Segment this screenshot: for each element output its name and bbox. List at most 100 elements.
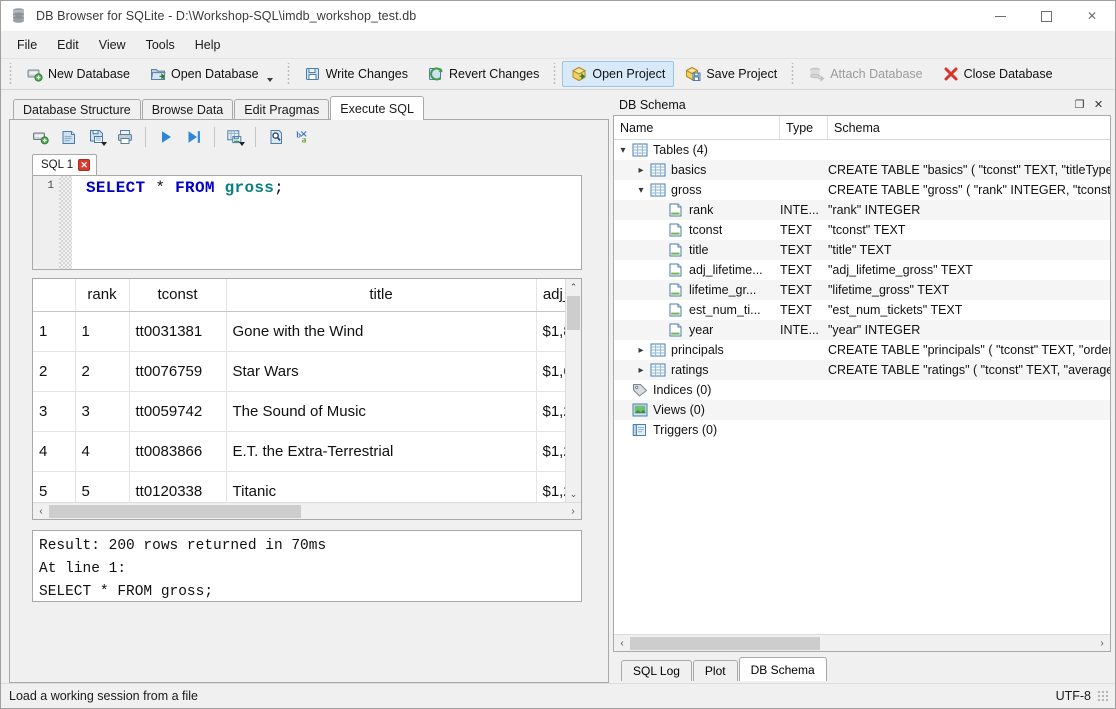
cell-adj[interactable]: $1,2 (536, 471, 565, 502)
cell-tconst[interactable]: tt0120338 (129, 471, 227, 502)
column-header-title[interactable]: title (226, 279, 537, 312)
tree-row-field-lifetime-gross[interactable]: lifetime_gr... TEXT "lifetime_gross" TEX… (614, 280, 1110, 300)
scroll-right-icon[interactable]: › (565, 506, 581, 517)
cell-adj[interactable]: $1,2 (536, 391, 565, 432)
tab-edit-pragmas[interactable]: Edit Pragmas (234, 99, 330, 120)
menu-edit[interactable]: Edit (47, 34, 89, 56)
tree-row-field-title[interactable]: title TEXT "title" TEXT (614, 240, 1110, 260)
column-header-adj-lifetime-gross[interactable]: adj_ (536, 279, 565, 312)
table-row[interactable]: 1 1 tt0031381 Gone with the Wind $1,8 (33, 311, 565, 352)
open-database-button[interactable]: Open Database (141, 61, 282, 87)
tree-row-ratings[interactable]: ▸ ratings CREATE TABLE "ratings" ( "tcon… (614, 360, 1110, 380)
chevron-down-icon[interactable] (239, 142, 245, 146)
cell-adj[interactable]: $1,8 (536, 311, 565, 352)
cell-tconst[interactable]: tt0059742 (129, 391, 227, 432)
cell-tconst[interactable]: tt0031381 (129, 311, 227, 352)
tab-sql-log[interactable]: SQL Log (621, 660, 692, 681)
tree-column-schema[interactable]: Schema (828, 116, 1110, 139)
tree-row-field-year[interactable]: year INTE... "year" INTEGER (614, 320, 1110, 340)
results-grid[interactable]: rank tconst title adj_ 1 1 (32, 278, 582, 520)
tree-row-views[interactable]: Views (0) (614, 400, 1110, 420)
maximize-button[interactable] (1023, 1, 1069, 32)
table-row[interactable]: 4 4 tt0083866 E.T. the Extra-Terrestrial… (33, 431, 565, 472)
scroll-left-icon[interactable]: ‹ (614, 638, 630, 649)
sql-editor[interactable]: 1 SELECT * FROM gross; (32, 175, 582, 270)
menu-help[interactable]: Help (185, 34, 231, 56)
cell-adj[interactable]: $1,6 (536, 351, 565, 392)
close-panel-icon[interactable]: ✕ (1090, 96, 1107, 113)
chevron-right-icon[interactable]: ▸ (632, 345, 650, 356)
save-results-view-button[interactable] (222, 124, 248, 150)
open-project-button[interactable]: Open Project (562, 61, 675, 87)
attach-database-button[interactable]: Attach Database (800, 61, 931, 87)
toolbar-grip-2[interactable] (285, 63, 292, 85)
cell-rank[interactable]: 1 (75, 311, 130, 352)
cell-rank[interactable]: 2 (75, 351, 130, 392)
cell-rank[interactable]: 5 (75, 471, 130, 502)
scroll-down-icon[interactable]: ⌄ (566, 486, 582, 502)
tab-plot[interactable]: Plot (692, 660, 738, 681)
tree-row-field-rank[interactable]: rank INTE... "rank" INTEGER (614, 200, 1110, 220)
chevron-right-icon[interactable]: ▸ (632, 365, 650, 376)
scroll-up-icon[interactable]: ⌃ (566, 279, 582, 295)
tree-row-field-adj-lifetime-gross[interactable]: adj_lifetime... TEXT "adj_lifetime_gross… (614, 260, 1110, 280)
chevron-down-icon[interactable] (266, 78, 273, 82)
vertical-scroll-thumb[interactable] (567, 296, 580, 330)
cell-title[interactable]: E.T. the Extra-Terrestrial (226, 431, 537, 472)
print-button[interactable] (112, 124, 138, 150)
tree-row-field-tconst[interactable]: tconst TEXT "tconst" TEXT (614, 220, 1110, 240)
tree-row-tables[interactable]: ▾ Tables (4) (614, 140, 1110, 160)
tab-db-schema[interactable]: DB Schema (738, 657, 827, 681)
cell-title[interactable]: Gone with the Wind (226, 311, 537, 352)
tree-row-basics[interactable]: ▸ basics CREATE TABLE "basics" ( "tconst… (614, 160, 1110, 180)
open-sql-tab-button[interactable] (28, 124, 54, 150)
result-message-box[interactable]: Result: 200 rows returned in 70ms At lin… (32, 530, 582, 602)
column-header-rank[interactable]: rank (75, 279, 130, 312)
column-header-index[interactable] (33, 279, 76, 312)
tab-execute-sql[interactable]: Execute SQL (330, 96, 424, 120)
chevron-right-icon[interactable]: ▸ (632, 165, 650, 176)
toolbar-grip-3[interactable] (552, 63, 559, 85)
scroll-right-icon[interactable]: › (1094, 638, 1110, 649)
write-changes-button[interactable]: Write Changes (296, 61, 417, 87)
tree-row-gross[interactable]: ▾ gross CREATE TABLE "gross" ( "rank" IN… (614, 180, 1110, 200)
cell-title[interactable]: Titanic (226, 471, 537, 502)
cell-rank[interactable]: 3 (75, 391, 130, 432)
sql-tab-1[interactable]: SQL 1 ✕ (32, 154, 98, 176)
menu-view[interactable]: View (89, 34, 136, 56)
new-database-button[interactable]: New Database (18, 61, 139, 87)
resize-grip-icon[interactable] (1097, 690, 1109, 702)
scroll-left-icon[interactable]: ‹ (33, 506, 49, 517)
table-row[interactable]: 5 5 tt0120338 Titanic $1,2 (33, 471, 565, 502)
cell-adj[interactable]: $1,2 (536, 431, 565, 472)
table-row[interactable]: 2 2 tt0076759 Star Wars $1,6 (33, 351, 565, 392)
horizontal-scroll-thumb[interactable] (49, 504, 301, 518)
save-project-button[interactable]: Save Project (676, 61, 786, 87)
tree-row-triggers[interactable]: Triggers (0) (614, 420, 1110, 440)
results-vertical-scrollbar[interactable]: ⌃ ⌄ (565, 279, 581, 502)
minimize-button[interactable] (977, 1, 1023, 32)
chevron-down-icon[interactable] (101, 142, 107, 146)
close-database-button[interactable]: Close Database (934, 61, 1062, 87)
toolbar-grip-4[interactable] (790, 63, 797, 85)
float-panel-icon[interactable]: ❐ (1071, 96, 1088, 113)
format-sql-button[interactable]: b a (291, 124, 317, 150)
tree-column-name[interactable]: Name (614, 116, 780, 139)
chevron-down-icon[interactable]: ▾ (632, 185, 650, 196)
close-button[interactable]: ✕ (1069, 1, 1115, 32)
execute-current-line-button[interactable] (181, 124, 207, 150)
tree-horizontal-scrollbar[interactable]: ‹ › (614, 634, 1110, 651)
revert-changes-button[interactable]: Revert Changes (419, 61, 548, 87)
find-replace-button[interactable] (263, 124, 289, 150)
tree-column-type[interactable]: Type (780, 116, 828, 139)
cell-rank[interactable]: 4 (75, 431, 130, 472)
tree-row-indices[interactable]: Indices (0) (614, 380, 1110, 400)
cell-title[interactable]: Star Wars (226, 351, 537, 392)
tree-row-principals[interactable]: ▸ principals CREATE TABLE "principals" (… (614, 340, 1110, 360)
save-sql-file-button[interactable] (84, 124, 110, 150)
sql-code[interactable]: SELECT * FROM gross; (72, 176, 581, 269)
tab-database-structure[interactable]: Database Structure (13, 99, 141, 120)
chevron-down-icon[interactable]: ▾ (614, 145, 632, 156)
menu-file[interactable]: File (7, 34, 47, 56)
execute-all-button[interactable] (153, 124, 179, 150)
